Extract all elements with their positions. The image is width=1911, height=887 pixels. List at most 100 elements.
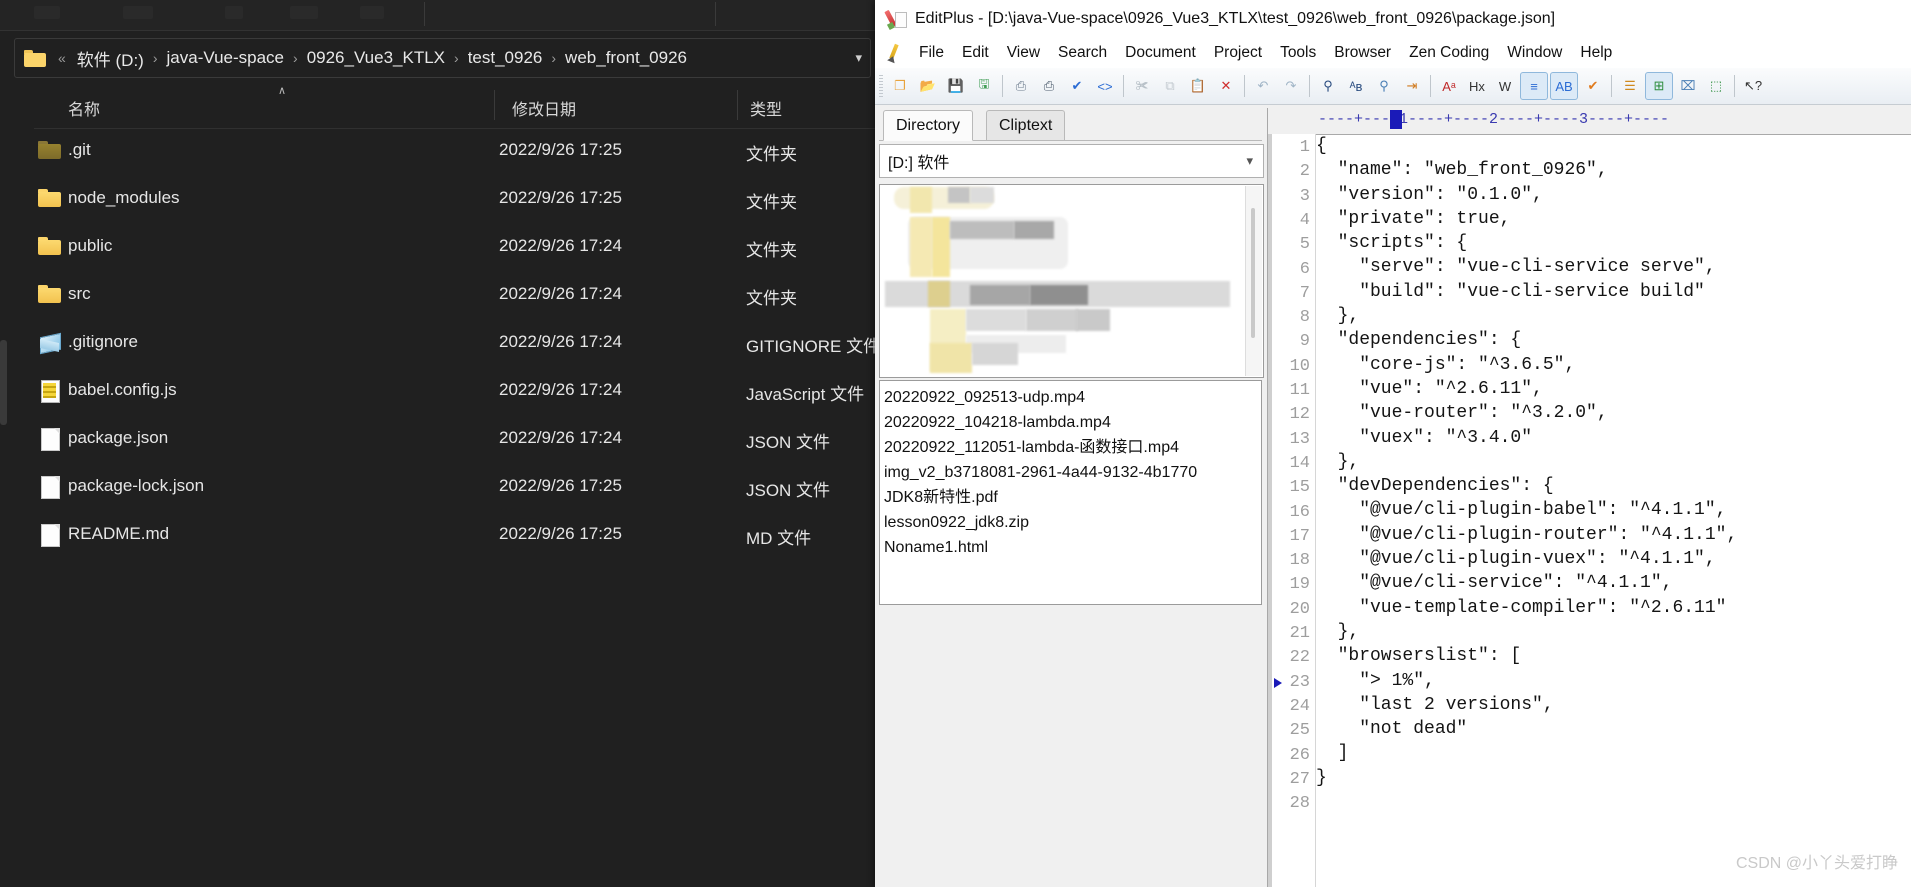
code-line[interactable]: "build": "vue-cli-service build" bbox=[1316, 280, 1911, 304]
save-icon[interactable]: 💾 bbox=[943, 73, 969, 99]
code-line[interactable]: "core-js": "^3.6.5", bbox=[1316, 353, 1911, 377]
breadcrumb-web-front-0926[interactable]: web_front_0926 bbox=[563, 47, 689, 69]
menu-item-view[interactable]: View bbox=[998, 41, 1049, 65]
print-icon[interactable]: ⎙ bbox=[1036, 73, 1062, 99]
code-line[interactable]: "vue-template-compiler": "^2.6.11" bbox=[1316, 596, 1911, 620]
code-line[interactable]: "@vue/cli-service": "^4.1.1", bbox=[1316, 571, 1911, 595]
toolbar-grip[interactable] bbox=[879, 75, 883, 97]
menu-item-project[interactable]: Project bbox=[1205, 41, 1271, 65]
code-line[interactable]: } bbox=[1316, 766, 1911, 790]
column-divider-2[interactable] bbox=[737, 90, 738, 120]
code-line[interactable]: ] bbox=[1316, 741, 1911, 765]
undo-icon[interactable]: ↶ bbox=[1250, 73, 1276, 99]
ribbon-ghost-button-2[interactable] bbox=[123, 6, 153, 19]
file-row-readme-md[interactable]: README.md 2022/9/26 17:25 MD 文件 bbox=[34, 512, 875, 560]
column-divider-1[interactable] bbox=[494, 90, 495, 120]
code-line[interactable]: "vue-router": "^3.2.0", bbox=[1316, 401, 1911, 425]
line-number-gutter[interactable]: 1 2 3 4 5 6 7 8 9 10 11 12 13 14 15 16 17 18 19 20 21 22 23 24 2… bbox=[1268, 134, 1316, 887]
list-item[interactable]: JDK8新特性.pdf bbox=[884, 485, 1261, 510]
code-editor[interactable]: ----+----1----+----2----+----3----+---- … bbox=[1267, 108, 1911, 887]
new-file-icon[interactable]: ❐ bbox=[887, 73, 913, 99]
sort-lines-icon[interactable]: AB bbox=[1550, 72, 1578, 100]
column-header-date[interactable]: 修改日期 bbox=[512, 96, 576, 120]
tab-directory[interactable]: Directory bbox=[883, 110, 974, 141]
ribbon-ghost-button-3[interactable] bbox=[225, 6, 243, 19]
tab-cliptext[interactable]: Cliptext bbox=[986, 110, 1066, 140]
file-row-git[interactable]: .git 2022/9/26 17:25 文件夹 bbox=[34, 128, 875, 176]
menu-item-tools[interactable]: Tools bbox=[1271, 41, 1325, 65]
cut-icon[interactable]: ✀ bbox=[1129, 73, 1155, 99]
goto-line-icon[interactable]: ⇥ bbox=[1399, 73, 1425, 99]
code-line[interactable]: "@vue/cli-plugin-babel": "^4.1.1", bbox=[1316, 498, 1911, 522]
replace-icon[interactable]: ᴬʙ bbox=[1343, 73, 1369, 99]
menu-item-browser[interactable]: Browser bbox=[1325, 41, 1400, 65]
paste-icon[interactable]: 📋 bbox=[1185, 73, 1211, 99]
code-line[interactable]: "browserslist": [ bbox=[1316, 644, 1911, 668]
editplus-title-bar[interactable]: EditPlus - [D:\java-Vue-space\0926_Vue3_… bbox=[875, 0, 1911, 38]
directory-tree[interactable] bbox=[879, 184, 1264, 378]
ribbon-ghost-button-1[interactable] bbox=[34, 6, 60, 19]
list-item[interactable]: Noname1.html bbox=[884, 535, 1261, 560]
document-list-icon[interactable]: ☰ bbox=[1617, 73, 1643, 99]
code-line[interactable]: "scripts": { bbox=[1316, 231, 1911, 255]
find-in-files-icon[interactable]: ⚲ bbox=[1371, 73, 1397, 99]
directory-tree-scrollbar[interactable] bbox=[1245, 186, 1262, 376]
breadcrumb-0926-vue3-ktlx[interactable]: 0926_Vue3_KTLX bbox=[305, 47, 447, 69]
list-item[interactable]: 20220922_092513-udp.mp4 bbox=[884, 385, 1261, 410]
file-row-public[interactable]: public 2022/9/26 17:24 文件夹 bbox=[34, 224, 875, 272]
breadcrumb-overflow-icon[interactable]: « bbox=[58, 50, 66, 66]
list-item[interactable]: img_v2_b3718081-2961-4a44-9132-4b1770 bbox=[884, 460, 1261, 485]
menu-item-edit[interactable]: Edit bbox=[953, 41, 998, 65]
breadcrumb-drive[interactable]: 软件 (D:) bbox=[75, 45, 146, 72]
file-row-babel-config[interactable]: babel.config.js 2022/9/26 17:24 JavaScri… bbox=[34, 368, 875, 416]
code-line[interactable] bbox=[1316, 790, 1911, 814]
find-icon[interactable]: ⚲ bbox=[1315, 73, 1341, 99]
code-line[interactable]: "not dead" bbox=[1316, 717, 1911, 741]
code-line[interactable]: "private": true, bbox=[1316, 207, 1911, 231]
open-file-icon[interactable]: 📂 bbox=[915, 73, 941, 99]
view-in-browser-icon[interactable]: <> bbox=[1092, 73, 1118, 99]
copy-icon[interactable]: ⧉ bbox=[1157, 73, 1183, 99]
breadcrumb-java-vue-space[interactable]: java-Vue-space bbox=[165, 47, 287, 69]
fullscreen-icon[interactable]: ⬚ bbox=[1703, 73, 1729, 99]
list-item[interactable]: 20220922_104218-lambda.mp4 bbox=[884, 410, 1261, 435]
menu-item-document[interactable]: Document bbox=[1116, 41, 1205, 65]
file-row-package-lock-json[interactable]: package-lock.json 2022/9/26 17:25 JSON 文… bbox=[34, 464, 875, 512]
column-header-name[interactable]: 名称 ∧ bbox=[68, 85, 286, 120]
file-row-gitignore[interactable]: .gitignore 2022/9/26 17:24 GITIGNORE 文件 bbox=[34, 320, 880, 368]
output-window-icon[interactable]: ⌧ bbox=[1675, 73, 1701, 99]
code-line[interactable]: "vue": "^2.6.11", bbox=[1316, 377, 1911, 401]
menu-item-window[interactable]: Window bbox=[1498, 41, 1571, 65]
chevron-down-icon[interactable]: ▾ bbox=[1246, 153, 1253, 169]
code-content[interactable]: { "name": "web_front_0926", "version": "… bbox=[1316, 134, 1911, 887]
file-row-node-modules[interactable]: node_modules 2022/9/26 17:25 文件夹 bbox=[34, 176, 875, 224]
code-line[interactable]: "devDependencies": { bbox=[1316, 474, 1911, 498]
directory-window-icon[interactable]: ⊞ bbox=[1645, 72, 1673, 100]
code-line[interactable]: }, bbox=[1316, 304, 1911, 328]
breadcrumb-test-0926[interactable]: test_0926 bbox=[466, 47, 545, 69]
change-case-icon[interactable]: Aᵃ bbox=[1436, 73, 1462, 99]
spellcheck-icon[interactable]: ✔ bbox=[1064, 73, 1090, 99]
word-wrap-icon[interactable]: W bbox=[1492, 73, 1518, 99]
code-line[interactable]: "@vue/cli-plugin-router": "^4.1.1", bbox=[1316, 523, 1911, 547]
directory-file-list[interactable]: 20220922_092513-udp.mp4 20220922_104218-… bbox=[879, 380, 1262, 605]
redo-icon[interactable]: ↷ bbox=[1278, 73, 1304, 99]
navigation-pane-scrollbar[interactable] bbox=[0, 340, 7, 425]
chevron-down-icon[interactable]: ▾ bbox=[855, 50, 862, 66]
code-line[interactable]: "@vue/cli-plugin-vuex": "^4.1.1", bbox=[1316, 547, 1911, 571]
print-preview-icon[interactable]: ⎙ bbox=[1008, 73, 1034, 99]
menu-item-help[interactable]: Help bbox=[1571, 41, 1621, 65]
drive-selector[interactable]: [D:] 软件 ▾ bbox=[879, 144, 1264, 178]
ribbon-ghost-button-5[interactable] bbox=[360, 6, 384, 19]
file-row-src[interactable]: src 2022/9/26 17:24 文件夹 bbox=[34, 272, 875, 320]
indent-icon[interactable]: ≡ bbox=[1520, 72, 1548, 100]
check-icon[interactable]: ✔ bbox=[1580, 73, 1606, 99]
list-item[interactable]: 20220922_112051-lambda-函数接口.mp4 bbox=[884, 435, 1261, 460]
list-item[interactable]: lesson0922_jdk8.zip bbox=[884, 510, 1261, 535]
code-line[interactable]: "vuex": "^3.4.0" bbox=[1316, 426, 1911, 450]
code-line[interactable]: "name": "web_front_0926", bbox=[1316, 158, 1911, 182]
bookmark-marker-icon[interactable] bbox=[1274, 677, 1282, 688]
menu-item-file[interactable]: File bbox=[910, 41, 953, 65]
code-line[interactable]: "serve": "vue-cli-service serve", bbox=[1316, 255, 1911, 279]
code-line[interactable]: "version": "0.1.0", bbox=[1316, 183, 1911, 207]
